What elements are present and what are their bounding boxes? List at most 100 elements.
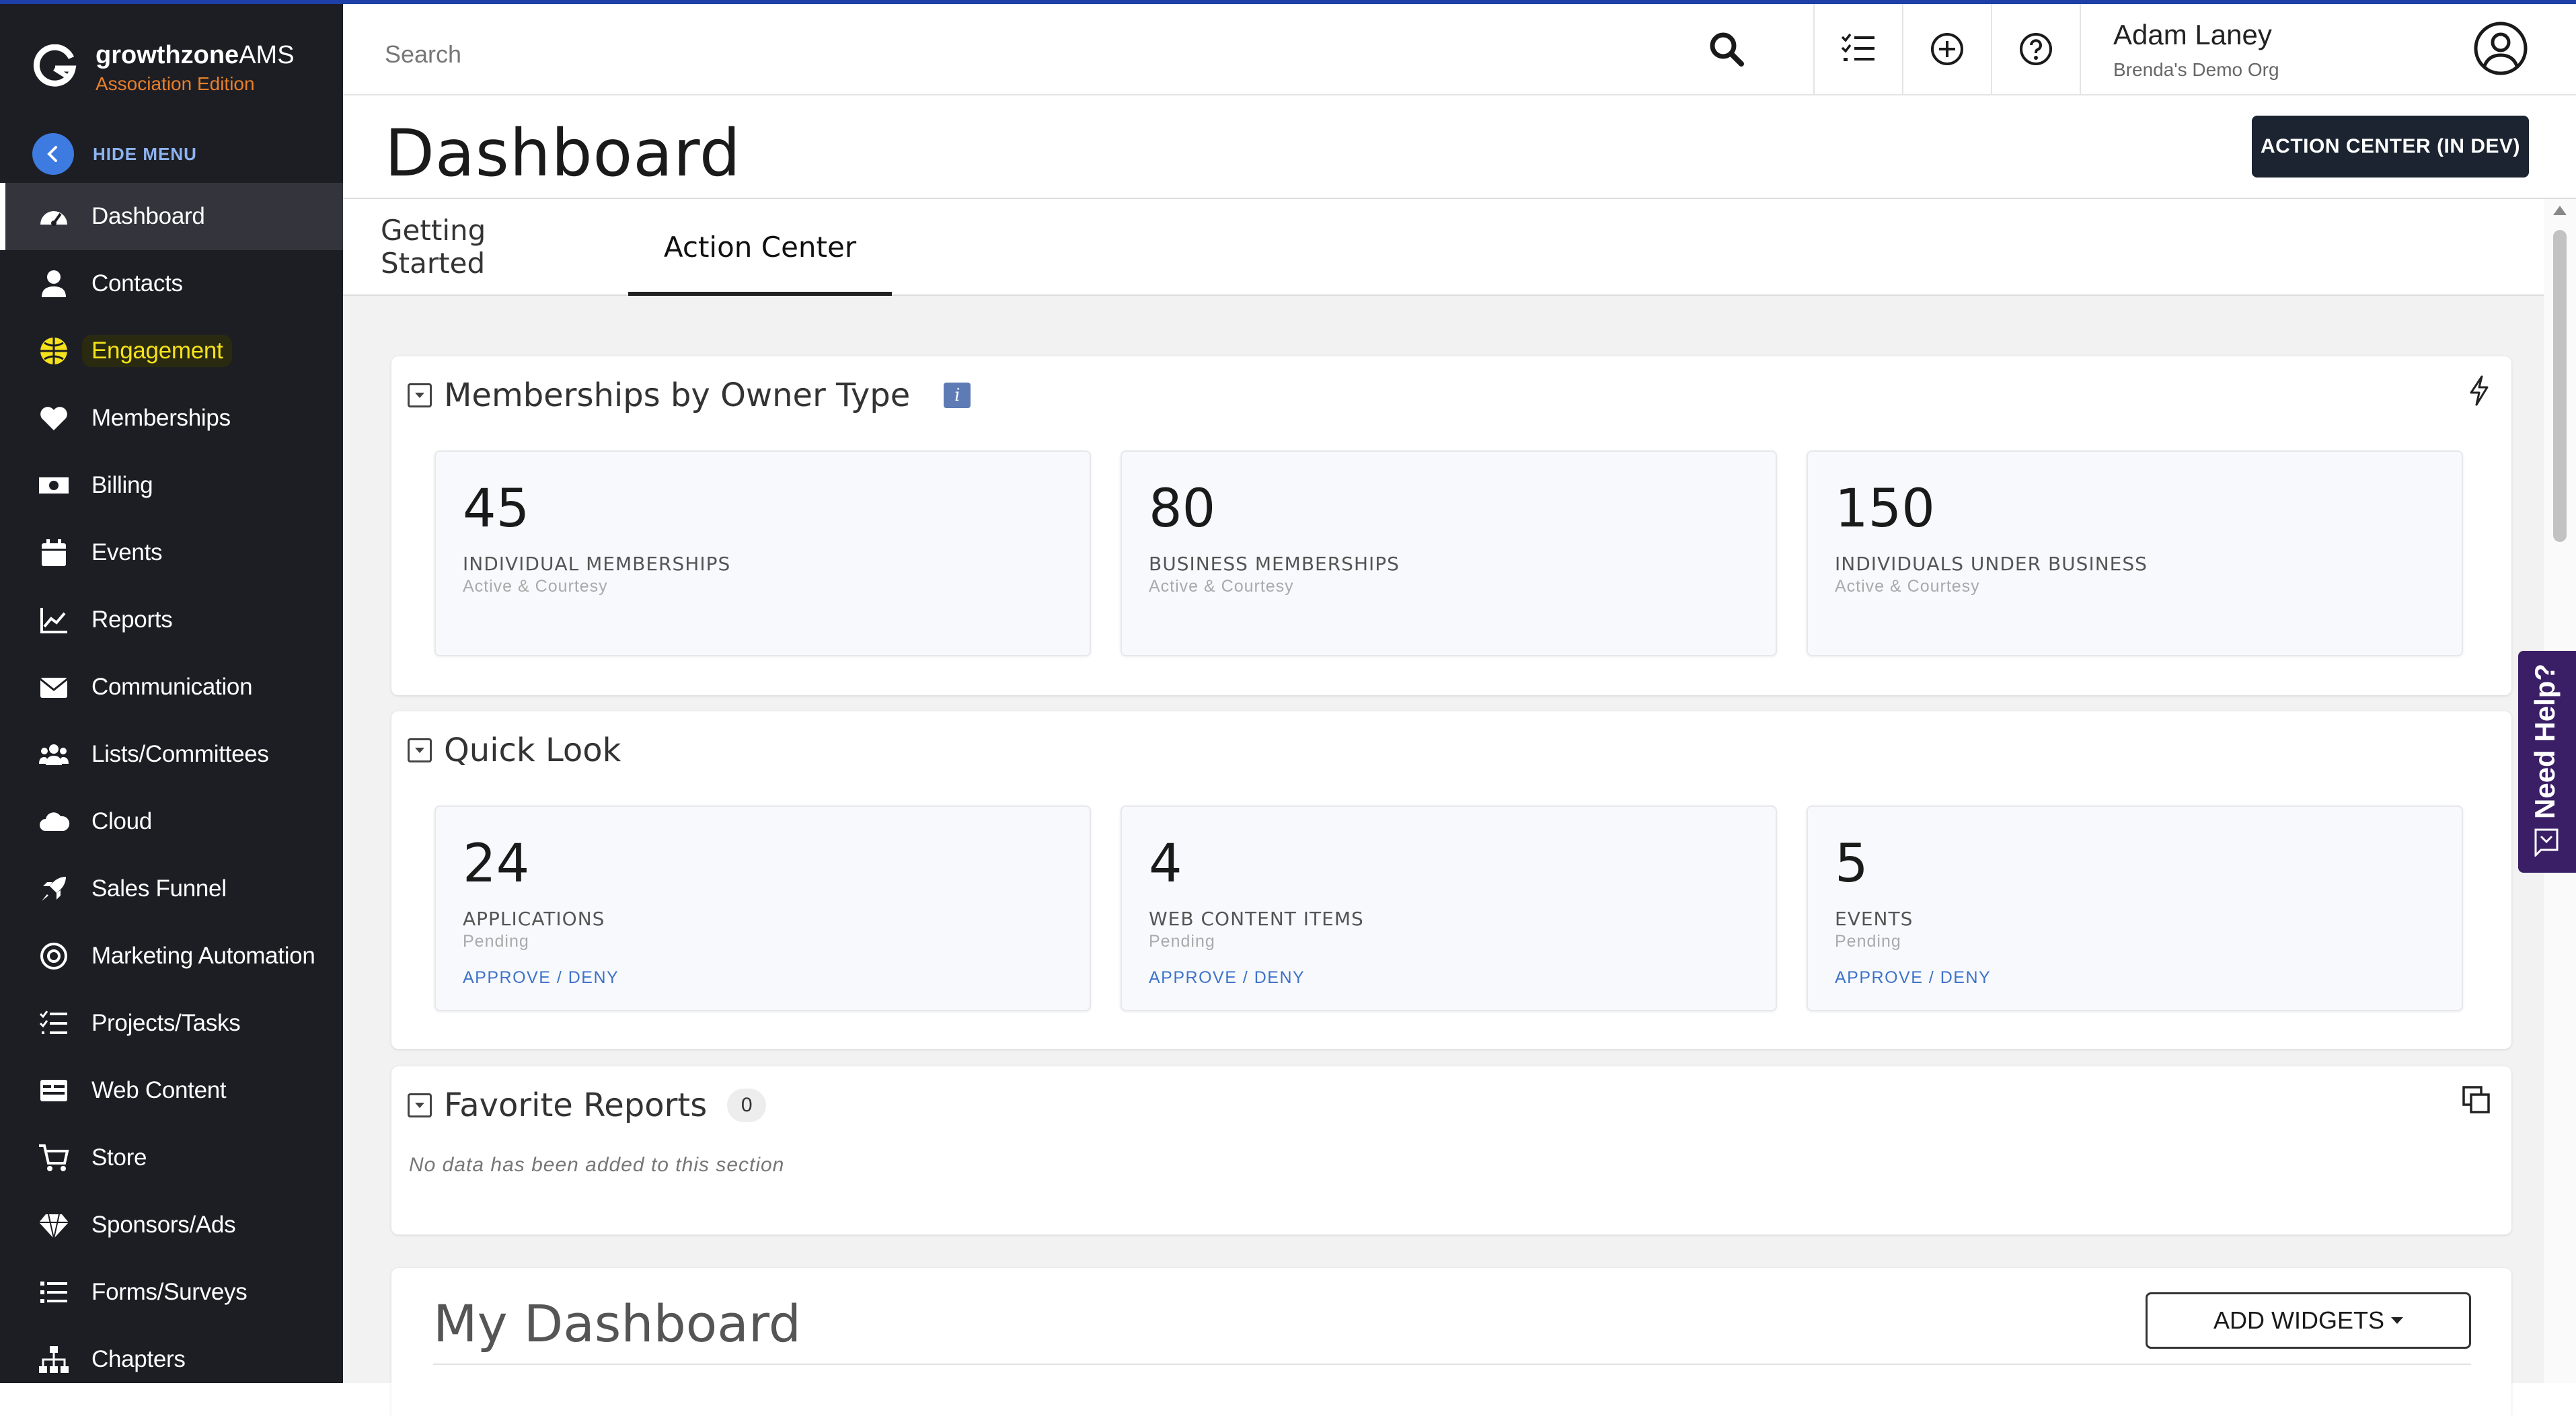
hide-menu-button[interactable]: HIDE MENU [32,133,197,175]
collapse-toggle[interactable] [408,383,432,407]
approve-deny-link[interactable]: APPROVE / DENY [1835,968,1991,988]
sidebar-item-dashboard[interactable]: Dashboard [0,183,343,250]
need-help-tab[interactable]: Need Help? [2518,651,2576,873]
page-title: Dashboard [385,116,741,191]
stat-label: INDIVIDUAL MEMBERSHIPS [463,553,731,575]
header-divider [2080,4,2081,94]
sidebar-item-store[interactable]: Store [0,1124,343,1191]
info-icon[interactable]: i [944,383,971,408]
stat-value: 24 [463,834,530,894]
sidebar-item-sponsors-ads[interactable]: Sponsors/Ads [0,1191,343,1259]
tab-getting-started[interactable]: Getting Started [381,199,595,294]
gem-icon [36,1208,71,1243]
sidebar-item-marketing-automation[interactable]: Marketing Automation [0,922,343,990]
my-dashboard-divider [433,1364,2471,1365]
caret-down-icon [2391,1317,2403,1324]
user-avatar-icon[interactable] [2472,20,2529,77]
action-center-button[interactable]: ACTION CENTER (IN DEV) [2252,116,2529,178]
sidebar-item-label: Communication [91,674,253,700]
lightning-icon[interactable] [2467,375,2491,406]
need-help-label: Need Help? [2529,663,2561,819]
copy-windows-icon[interactable] [2462,1085,2491,1115]
brand-edition: Association Edition [96,73,255,94]
collapse-toggle[interactable] [408,738,432,762]
sidebar-item-projects-tasks[interactable]: Projects/Tasks [0,990,343,1057]
sidebar-item-web-content[interactable]: Web Content [0,1057,343,1124]
stat-value: 150 [1835,479,1935,539]
hide-menu-label: HIDE MENU [93,143,197,164]
sidebar-item-forms-surveys[interactable]: Forms/Surveys [0,1259,343,1326]
sidebar-item-label: Memberships [91,405,231,431]
user-name: Adam Laney [2113,19,2272,50]
sidebar-item-label: Sponsors/Ads [91,1212,236,1238]
search-icon [1710,32,1744,67]
tab-action-center[interactable]: Action Center [628,199,892,296]
sidebar: growthzoneAMS Association Edition HIDE M… [0,4,343,1383]
add-new-button[interactable] [1902,4,1991,94]
sidebar-item-label: Marketing Automation [91,943,315,969]
person-icon [36,266,71,301]
user-menu[interactable]: Adam Laney Brenda's Demo Org [2113,19,2279,81]
stat-value: 80 [1149,479,1216,539]
sidebar-item-reports[interactable]: Reports [0,586,343,654]
approve-deny-link[interactable]: APPROVE / DENY [463,968,619,988]
stat-card[interactable]: 45 INDIVIDUAL MEMBERSHIPS Active & Court… [434,450,1091,656]
sidebar-item-events[interactable]: Events [0,519,343,586]
stat-sublabel: Pending [1835,932,1901,951]
approve-deny-link[interactable]: APPROVE / DENY [1149,968,1305,988]
collapse-toggle[interactable] [408,1093,432,1117]
sidebar-item-contacts[interactable]: Contacts [0,250,343,317]
cloud-icon [36,804,71,839]
sidebar-item-cloud[interactable]: Cloud [0,788,343,855]
search-input[interactable] [383,34,1698,75]
top-header: Adam Laney Brenda's Demo Org [343,4,2576,95]
panel-title: Favorite Reports [444,1087,708,1124]
sidebar-item-lists-committees[interactable]: Lists/Committees [0,721,343,788]
favorite-reports-panel: Favorite Reports 0 No data has been adde… [391,1066,2511,1234]
quick-look-panel: Quick Look 24 APPLICATIONS Pending APPRO… [391,711,2511,1049]
sidebar-item-label: Projects/Tasks [91,1010,241,1036]
sidebar-item-label: Events [91,539,163,565]
add-widgets-button[interactable]: ADD WIDGETS [2146,1292,2471,1349]
help-button[interactable] [1991,4,2080,94]
stat-sublabel: Active & Courtesy [1149,577,1294,596]
dashboard-tabs: Getting Started Action Center [343,199,2544,296]
sidebar-item-label: Sales Funnel [91,875,227,902]
content-area: Memberships by Owner Type i 45 INDIVIDUA… [343,296,2544,1416]
globe-icon [36,333,71,368]
checklist-icon [1841,33,1874,61]
panel-title: Quick Look [444,732,621,769]
stat-label: WEB CONTENT ITEMS [1149,908,1364,930]
caret-down-icon [415,748,424,753]
sidebar-item-label: Forms/Surveys [91,1279,248,1305]
search-button[interactable] [1683,4,1770,94]
sidebar-item-sales-funnel[interactable]: Sales Funnel [0,855,343,922]
panel-title: Memberships by Owner Type [444,377,911,414]
add-widgets-label: ADD WIDGETS [2213,1306,2384,1334]
sidebar-item-memberships[interactable]: Memberships [0,385,343,452]
brand-logo-block[interactable]: growthzoneAMS Association Edition [32,39,295,106]
task-list-icon [36,1006,71,1041]
caret-down-icon [415,393,424,398]
rocket-icon [36,871,71,906]
stat-card[interactable]: 80 BUSINESS MEMBERSHIPS Active & Courtes… [1121,450,1777,656]
sidebar-item-engagement[interactable]: Engagement [0,317,343,385]
stat-card[interactable]: 150 INDIVIDUALS UNDER BUSINESS Active & … [1807,450,2463,656]
sidebar-item-communication[interactable]: Communication [0,654,343,721]
question-circle-icon [2020,33,2052,65]
user-org: Brenda's Demo Org [2113,59,2279,80]
sidebar-item-chapters[interactable]: Chapters [0,1326,343,1393]
sidebar-item-billing[interactable]: Billing [0,452,343,519]
scroll-thumb[interactable] [2553,230,2567,542]
help-chat-icon [2534,828,2559,857]
my-dashboard-panel: My Dashboard ADD WIDGETS [391,1268,2511,1416]
bullseye-icon [36,939,71,974]
stat-sublabel: Pending [463,932,529,951]
tasks-button[interactable] [1813,4,1902,94]
stat-value: 45 [463,479,530,539]
chevron-left-icon [32,133,74,175]
scroll-up-arrow-icon[interactable] [2553,206,2567,215]
sidebar-nav: Dashboard Contacts Engagement Membership… [0,183,343,1393]
my-dashboard-title: My Dashboard [433,1294,802,1353]
caret-down-icon [415,1103,424,1108]
